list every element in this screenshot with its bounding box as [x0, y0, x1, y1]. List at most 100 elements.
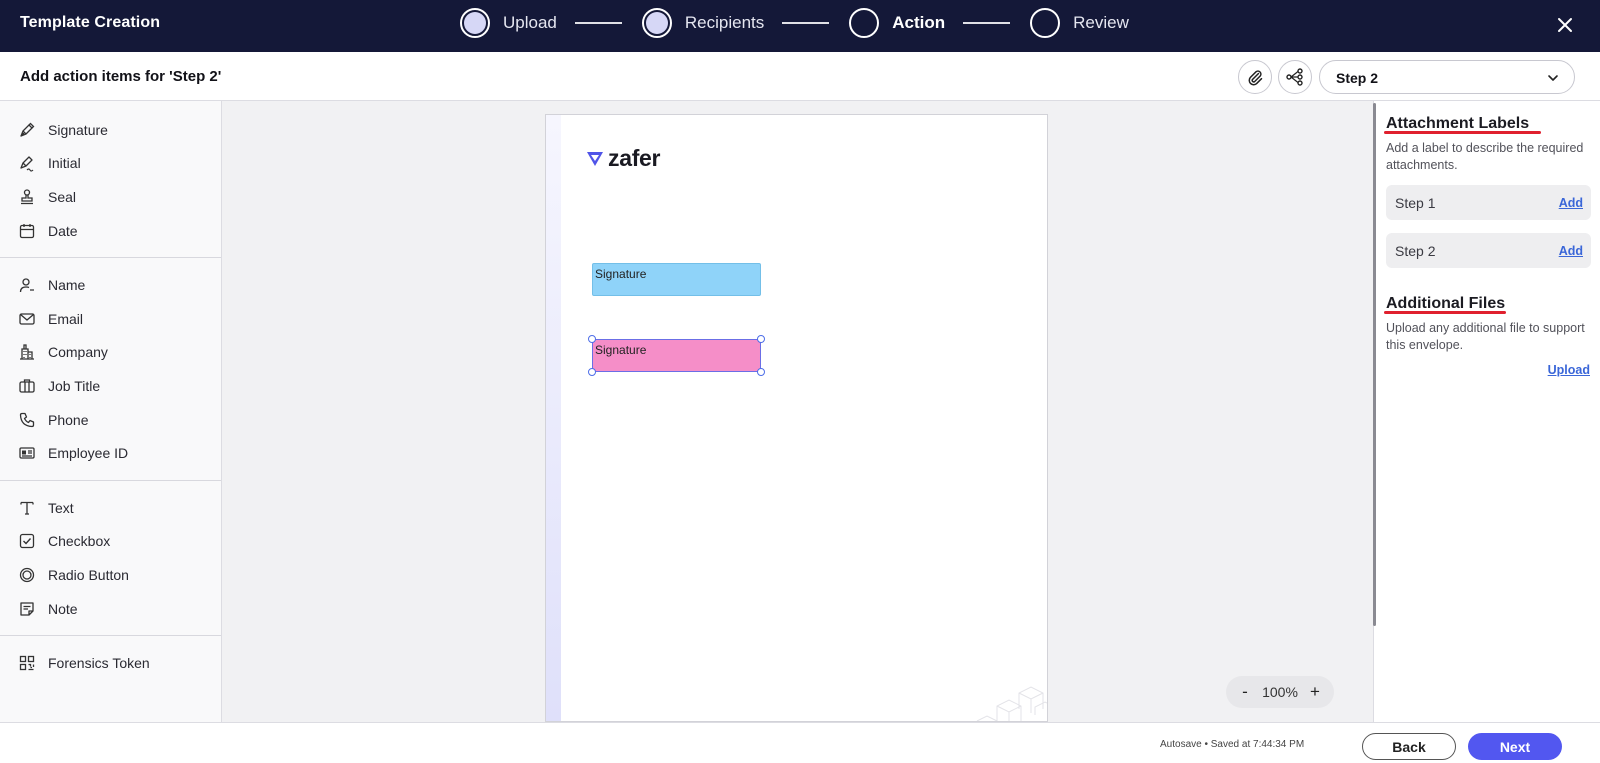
step-pending-icon — [1030, 8, 1061, 38]
tool-initial[interactable]: Initial — [0, 147, 221, 181]
note-icon — [18, 600, 36, 618]
attachment-label-card: Step 1 Add — [1386, 185, 1591, 220]
step-review[interactable]: Review — [1030, 8, 1129, 38]
back-button[interactable]: Back — [1362, 733, 1456, 760]
tool-group-security: Forensics Token — [0, 636, 221, 690]
user-icon — [18, 276, 36, 294]
step-connector — [963, 22, 1011, 24]
tool-radio-button[interactable]: Radio Button — [0, 558, 221, 592]
chevron-down-icon — [1548, 75, 1558, 81]
stamp-icon — [18, 188, 36, 206]
close-button[interactable] — [1552, 12, 1578, 38]
building-icon — [18, 343, 36, 361]
initial-pen-icon — [18, 154, 36, 172]
add-label-link[interactable]: Add — [1559, 244, 1583, 258]
heading-underline — [1384, 311, 1506, 314]
tool-label: Initial — [48, 155, 81, 172]
checkbox-icon — [18, 532, 36, 550]
step-complete-icon — [460, 8, 490, 38]
tool-text[interactable]: Text — [0, 491, 221, 525]
document-page[interactable]: zafer Signature Signature — [545, 114, 1048, 722]
next-button[interactable]: Next — [1468, 733, 1562, 760]
tool-checkbox[interactable]: Checkbox — [0, 525, 221, 559]
radio-icon — [18, 566, 36, 584]
tool-group-inputs: Text Checkbox Radio Button Note — [0, 481, 221, 637]
zafer-logo-icon — [587, 151, 603, 166]
tool-group-info: Name Email Company Job Title Phone Emplo… — [0, 258, 221, 481]
zoom-in-button[interactable]: + — [1308, 682, 1322, 702]
tool-note[interactable]: Note — [0, 592, 221, 626]
add-label-link[interactable]: Add — [1559, 196, 1583, 210]
tool-email[interactable]: Email — [0, 302, 221, 336]
resize-handle[interactable] — [757, 368, 765, 376]
tool-label: Signature — [48, 121, 108, 138]
resize-handle[interactable] — [588, 335, 596, 343]
tool-name[interactable]: Name — [0, 268, 221, 302]
progress-stepper: Upload Recipients Action Review — [460, 7, 1129, 39]
qr-code-icon — [18, 654, 36, 672]
tool-phone[interactable]: Phone — [0, 403, 221, 437]
tool-label: Date — [48, 222, 78, 239]
step-connector — [782, 22, 830, 24]
close-icon — [1558, 18, 1572, 32]
attachment-label-name: Step 2 — [1395, 243, 1436, 259]
zoom-control: - 100% + — [1226, 676, 1334, 708]
tool-label: Name — [48, 277, 86, 294]
step-label: Upload — [503, 13, 557, 32]
step-complete-icon — [641, 8, 672, 38]
tool-signature[interactable]: Signature — [0, 113, 221, 147]
attachments-button[interactable] — [1238, 60, 1272, 94]
upload-file-link[interactable]: Upload — [1548, 363, 1590, 377]
tool-label: Company — [48, 344, 108, 361]
signature-field-selected[interactable]: Signature — [588, 335, 765, 376]
step-select[interactable]: Step 2 — [1319, 60, 1575, 94]
step-label: Recipients — [684, 13, 765, 32]
sub-header: Add action items for 'Step 2' Step 2 — [0, 52, 1600, 101]
signature-field-label: Signature — [595, 267, 647, 281]
tool-employee-id[interactable]: Employee ID — [0, 436, 221, 470]
tool-label: Email — [48, 310, 84, 327]
resize-handle[interactable] — [588, 368, 596, 376]
autosave-status: Autosave • Saved at 7:44:34 PM — [1160, 739, 1305, 750]
tool-label: Radio Button — [48, 566, 129, 583]
tool-label: Forensics Token — [48, 655, 150, 672]
attachments-panel: Attachment Labels Add a label to describ… — [1373, 101, 1600, 722]
tool-label: Checkbox — [48, 533, 111, 550]
paperclip-icon — [1248, 70, 1263, 86]
tool-seal[interactable]: Seal — [0, 180, 221, 214]
tool-forensics-token[interactable]: Forensics Token — [0, 646, 221, 680]
resize-handle[interactable] — [757, 335, 765, 343]
envelope-icon — [18, 310, 36, 328]
tool-label: Job Title — [48, 377, 101, 394]
step-connector — [574, 22, 622, 24]
phone-icon — [18, 411, 36, 429]
tool-label: Seal — [48, 188, 77, 205]
calendar-icon — [18, 222, 36, 240]
tool-date[interactable]: Date — [0, 214, 221, 248]
tool-company[interactable]: Company — [0, 336, 221, 370]
app-title: Template Creation — [20, 14, 161, 31]
step-label: Review — [1073, 13, 1129, 32]
tool-group-signing: Signature Initial Seal Date — [0, 101, 221, 259]
step-label: Action — [892, 13, 946, 32]
signature-field[interactable]: Signature — [592, 263, 761, 296]
step-select-value: Step 2 — [1336, 70, 1379, 86]
page-title: Add action items for 'Step 2' — [20, 68, 222, 85]
attachment-label-card: Step 2 Add — [1386, 233, 1591, 268]
decorative-cubes — [976, 686, 1047, 721]
scrollbar-thumb[interactable] — [1373, 103, 1376, 626]
workflow-icon — [1286, 68, 1303, 86]
zoom-out-button[interactable]: - — [1238, 682, 1252, 702]
tool-label: Note — [48, 600, 78, 617]
field-tools-panel: Signature Initial Seal Date Name Email C… — [0, 101, 222, 722]
logo-text: zafer — [608, 145, 661, 171]
workflow-button[interactable] — [1278, 60, 1312, 94]
attachment-label-name: Step 1 — [1395, 195, 1436, 211]
signature-field-label: Signature — [595, 343, 647, 357]
step-recipients[interactable]: Recipients — [641, 8, 765, 38]
heading-underline — [1384, 131, 1541, 134]
top-bar: Template Creation Upload Recipients Acti… — [0, 0, 1600, 52]
step-upload[interactable]: Upload — [460, 8, 557, 38]
step-action[interactable]: Action — [849, 8, 945, 38]
tool-job-title[interactable]: Job Title — [0, 369, 221, 403]
